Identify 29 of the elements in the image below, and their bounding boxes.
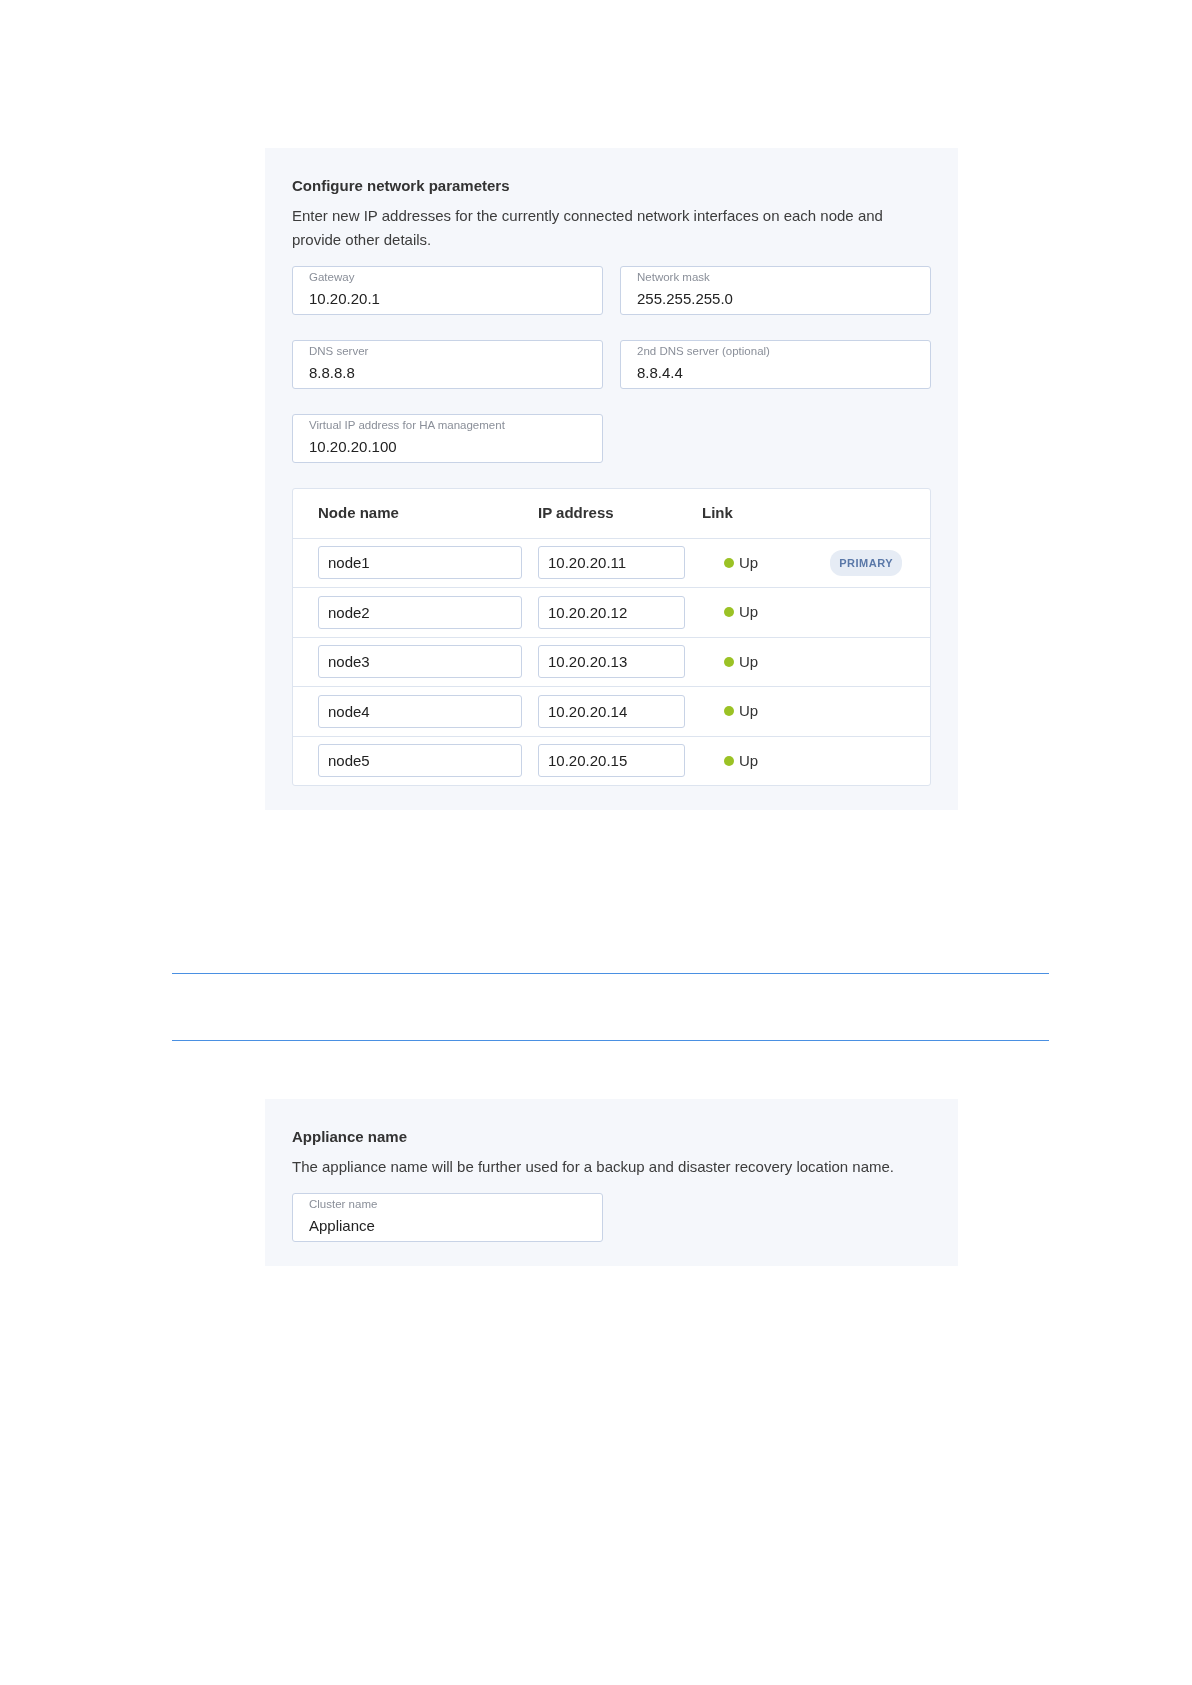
node-name-field[interactable]: node2	[318, 595, 522, 629]
ip-address-field[interactable]: 10.20.20.12	[538, 595, 685, 629]
field-label: 2nd DNS server (optional)	[637, 343, 770, 359]
field-label: Cluster name	[309, 1196, 378, 1212]
column-header: Node name	[318, 502, 400, 523]
link-status: Up	[739, 701, 759, 721]
column-header: IP address	[538, 502, 615, 523]
ip-address-field[interactable]: 10.20.20.11	[538, 546, 685, 580]
panel-description: Enter new IP addresses for the currently connected network interfaces on each node and provide other details.	[292, 205, 884, 250]
link-status: Up	[739, 750, 759, 771]
link-status: Up	[739, 602, 759, 622]
ip-address-field[interactable]: 10.20.20.13	[538, 645, 685, 679]
field-label: Virtual IP address for HA management	[309, 417, 505, 433]
ip-address-field[interactable]: 10.20.20.14	[538, 694, 685, 728]
panel-description: The appliance name will be further used for a backup and disaster recovery location name.	[292, 1156, 895, 1177]
ip-address-field[interactable]: 10.20.20.15	[538, 744, 685, 778]
node-name-field[interactable]: node4	[318, 694, 522, 728]
field-label: Gateway	[309, 269, 355, 285]
link-status: Up	[739, 651, 759, 672]
field-label: Network mask	[637, 269, 710, 285]
field-label: DNS server	[309, 343, 369, 359]
primary-badge: PRIMARY	[830, 549, 902, 576]
panel-title: Configure network parameters	[292, 176, 511, 196]
node-name-field[interactable]: node5	[318, 744, 522, 778]
panel-title: Appliance name	[292, 1127, 409, 1147]
node-name-field[interactable]: node3	[318, 645, 522, 679]
column-header: Link	[702, 502, 734, 523]
node-name-field[interactable]: node1	[318, 546, 522, 580]
link-status: Up	[739, 552, 759, 573]
